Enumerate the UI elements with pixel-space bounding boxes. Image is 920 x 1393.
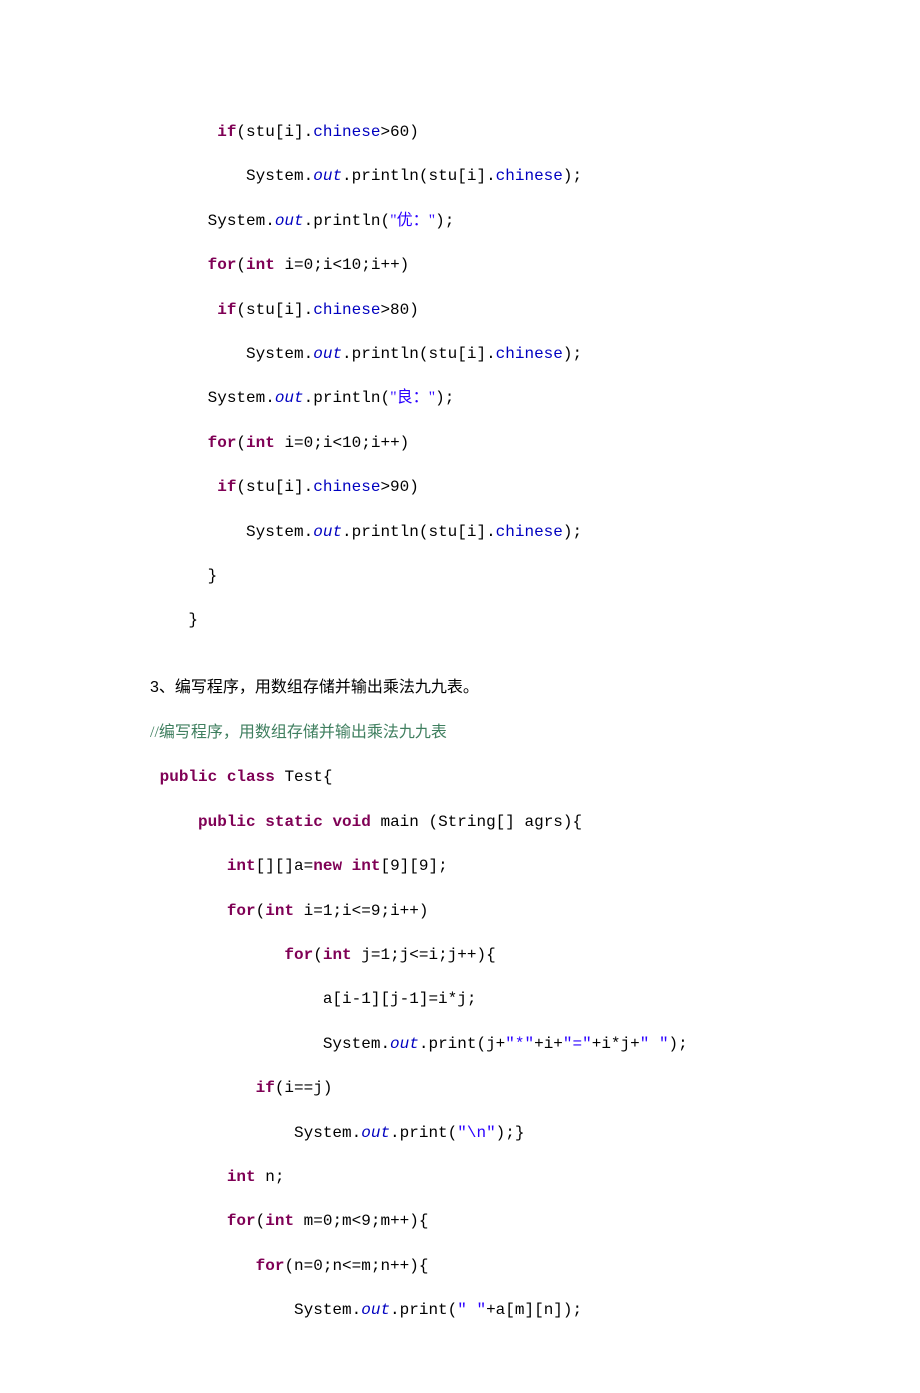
code-line: } xyxy=(150,598,770,642)
code-line: System.out.println("优："); xyxy=(150,199,770,243)
code-line: if(stu[i].chinese>60) xyxy=(150,110,770,154)
code-line: System.out.print(j+"*"+i+"="+i*j+" "); xyxy=(150,1022,770,1066)
code-line: int n; xyxy=(150,1155,770,1199)
code-block-2: //编写程序，用数组存储并输出乘法九九表 public class Test{ … xyxy=(150,711,770,1332)
code-line: System.out.println(stu[i].chinese); xyxy=(150,332,770,376)
code-line: if(i==j) xyxy=(150,1066,770,1110)
code-line: for(int i=0;i<10;i++) xyxy=(150,243,770,287)
code-block-1: if(stu[i].chinese>60) System.out.println… xyxy=(150,110,770,643)
code-comment: //编写程序，用数组存储并输出乘法九九表 xyxy=(150,711,770,755)
problem-statement-3: 3、编写程序，用数组存储并输出乘法九九表。 xyxy=(150,671,770,705)
code-line: if(stu[i].chinese>80) xyxy=(150,288,770,332)
code-line: System.out.print("\n");} xyxy=(150,1111,770,1155)
code-line: public class Test{ xyxy=(150,755,770,799)
code-line: public static void main (String[] agrs){ xyxy=(150,800,770,844)
code-line: } xyxy=(150,554,770,598)
code-line: for(n=0;n<=m;n++){ xyxy=(150,1244,770,1288)
code-line: for(int i=0;i<10;i++) xyxy=(150,421,770,465)
code-line: System.out.println(stu[i].chinese); xyxy=(150,154,770,198)
code-line: System.out.println(stu[i].chinese); xyxy=(150,510,770,554)
code-line: System.out.println("良："); xyxy=(150,376,770,420)
code-line: System.out.print(" "+a[m][n]); xyxy=(150,1288,770,1332)
code-line: if(stu[i].chinese>90) xyxy=(150,465,770,509)
document-page: if(stu[i].chinese>60) System.out.println… xyxy=(0,0,920,1393)
code-line: for(int i=1;i<=9;i++) xyxy=(150,889,770,933)
code-line: a[i-1][j-1]=i*j; xyxy=(150,977,770,1021)
code-line: for(int m=0;m<9;m++){ xyxy=(150,1199,770,1243)
code-line: int[][]a=new int[9][9]; xyxy=(150,844,770,888)
code-line: for(int j=1;j<=i;j++){ xyxy=(150,933,770,977)
